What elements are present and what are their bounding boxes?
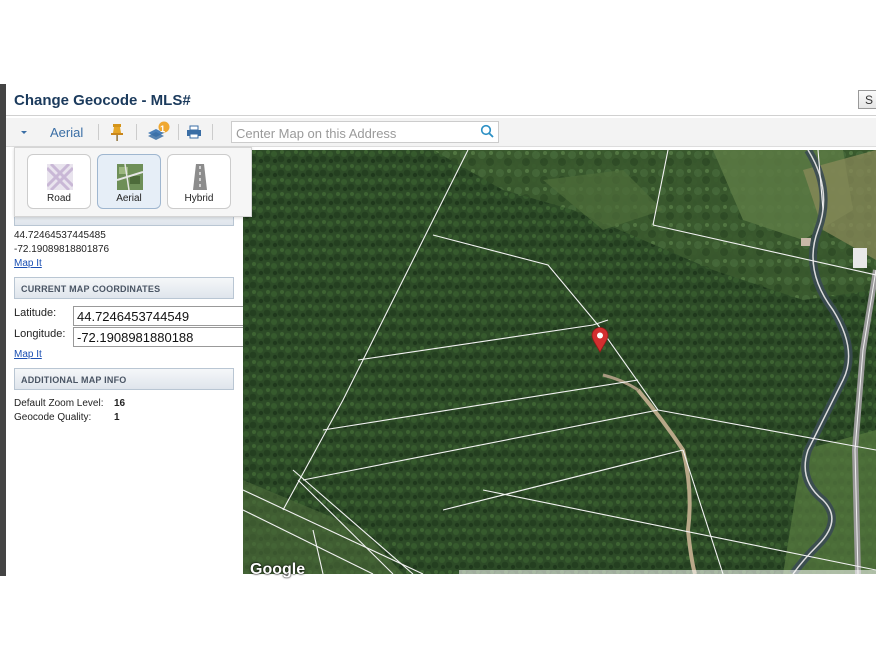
location-marker-icon[interactable]	[591, 327, 609, 353]
longitude-label: Longitude:	[14, 328, 66, 340]
address-search	[231, 121, 499, 144]
current-coordinates-heading: CURRENT MAP COORDINATES	[14, 277, 234, 299]
pushpin-icon[interactable]	[110, 118, 124, 146]
aerial-map-label: Aerial	[116, 193, 142, 204]
layers-badge: 1	[160, 124, 166, 134]
road-map-button[interactable]: Road	[27, 154, 91, 209]
geocode-quality-value: 1	[114, 412, 120, 423]
hybrid-map-icon	[187, 164, 213, 190]
zoom-level-value: 16	[114, 398, 126, 409]
toolbar-divider	[178, 124, 179, 140]
original-latitude: 44.72464537445485	[14, 230, 106, 241]
map-it-original-link[interactable]: Map It	[14, 258, 42, 269]
address-search-input[interactable]	[232, 122, 478, 144]
latitude-label: Latitude:	[14, 307, 57, 319]
latitude-field[interactable]	[73, 306, 245, 326]
original-longitude: -72.19089818801876	[14, 244, 110, 255]
zoom-level-label: Default Zoom Level:	[14, 398, 104, 409]
title-divider	[6, 115, 876, 116]
aerial-map-icon	[117, 164, 143, 190]
print-icon[interactable]	[186, 118, 202, 146]
road-map-icon	[47, 164, 73, 190]
search-icon[interactable]	[480, 124, 494, 143]
hybrid-map-label: Hybrid	[184, 193, 214, 204]
additional-info-heading: ADDITIONAL MAP INFO	[14, 368, 234, 390]
layers-icon[interactable]	[146, 118, 172, 146]
google-logo: Google	[250, 561, 306, 578]
longitude-field[interactable]	[73, 327, 245, 347]
toolbar-divider	[98, 124, 99, 140]
corner-button[interactable]: S	[858, 90, 876, 109]
map-type-dropdown[interactable]: Aerial	[50, 118, 83, 146]
hybrid-map-button[interactable]: Hybrid	[167, 154, 231, 209]
toolbar-divider	[136, 124, 137, 140]
aerial-map-button[interactable]: Aerial	[97, 154, 161, 209]
road-map-label: Road	[47, 193, 71, 204]
dialog-title: Change Geocode - MLS#	[14, 92, 191, 109]
toolbar-divider	[212, 124, 213, 140]
geocode-quality-label: Geocode Quality:	[14, 412, 92, 423]
map-attribution	[459, 570, 876, 576]
chevron-down-icon[interactable]	[20, 118, 28, 146]
map-type-popover: Road Aerial Hybrid	[14, 147, 252, 217]
aerial-map[interactable]	[243, 150, 876, 574]
map-it-current-link[interactable]: Map It	[14, 349, 42, 360]
